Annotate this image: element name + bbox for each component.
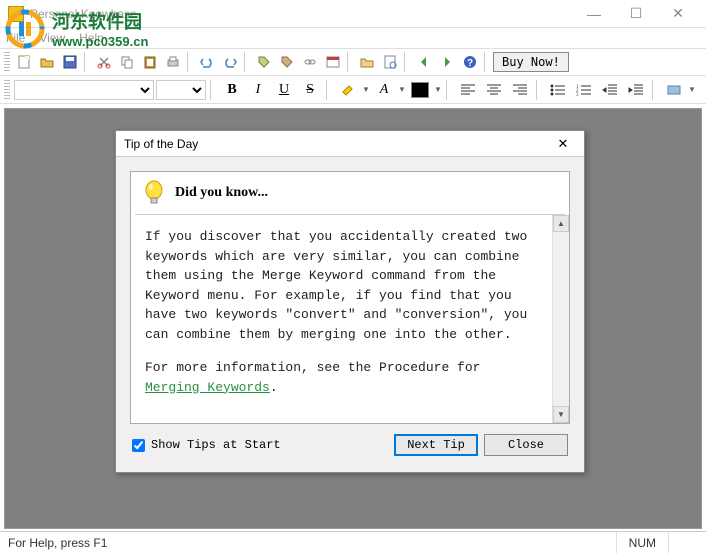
- strikethrough-button[interactable]: S: [298, 79, 322, 101]
- toolbar-grip[interactable]: [4, 80, 10, 100]
- scroll-down-icon[interactable]: ▼: [553, 406, 569, 423]
- status-help-text: For Help, press F1: [8, 536, 107, 550]
- show-tips-checkbox[interactable]: Show Tips at Start: [132, 438, 281, 452]
- tag2-button[interactable]: [276, 51, 298, 73]
- cut-button[interactable]: [93, 51, 115, 73]
- tip-more-info: For more information, see the Procedure …: [145, 358, 538, 397]
- fill-color-dropdown-icon[interactable]: ▼: [434, 85, 442, 94]
- status-num: NUM: [616, 532, 668, 553]
- bold-button[interactable]: B: [220, 79, 244, 101]
- redo-button[interactable]: [219, 51, 241, 73]
- font-size-select[interactable]: [156, 80, 206, 100]
- link-button[interactable]: [299, 51, 321, 73]
- tip-content: If you discover that you accidentally cr…: [131, 215, 552, 423]
- outdent-button[interactable]: [598, 79, 622, 101]
- back-button[interactable]: [413, 51, 435, 73]
- fill-color-button[interactable]: [408, 79, 432, 101]
- help-button[interactable]: ?: [459, 51, 481, 73]
- align-center-button[interactable]: [482, 79, 506, 101]
- copy-button[interactable]: [116, 51, 138, 73]
- maximize-button[interactable]: ☐: [616, 2, 656, 26]
- svg-text:?: ?: [467, 58, 473, 69]
- forward-button[interactable]: [436, 51, 458, 73]
- font-color-button[interactable]: A: [372, 79, 396, 101]
- open-button[interactable]: [36, 51, 58, 73]
- tip-of-day-dialog: Tip of the Day ✕ Did you know... If you …: [115, 130, 585, 473]
- dialog-title: Tip of the Day: [124, 137, 550, 151]
- number-list-button[interactable]: 123: [572, 79, 596, 101]
- show-tips-label: Show Tips at Start: [151, 438, 281, 452]
- paste-button[interactable]: [139, 51, 161, 73]
- highlight-button[interactable]: [336, 79, 360, 101]
- svg-text:3: 3: [576, 93, 579, 97]
- indent-button[interactable]: [624, 79, 648, 101]
- scroll-up-icon[interactable]: ▲: [553, 215, 569, 232]
- tip-body-text: If you discover that you accidentally cr…: [145, 227, 538, 344]
- new-button[interactable]: [13, 51, 35, 73]
- menu-help[interactable]: Help: [79, 31, 104, 45]
- highlight-dropdown-icon[interactable]: ▼: [362, 85, 370, 94]
- format-toolbar: B I U S ▼ A ▼ ▼ 123 ▼: [0, 76, 706, 104]
- window-title: Personal Knowbase: [30, 7, 574, 21]
- properties-button[interactable]: [379, 51, 401, 73]
- dialog-titlebar[interactable]: Tip of the Day ✕: [116, 131, 584, 157]
- dialog-close-button[interactable]: ✕: [550, 134, 576, 154]
- align-left-button[interactable]: [456, 79, 480, 101]
- folder-button[interactable]: [356, 51, 378, 73]
- insert-button[interactable]: [662, 79, 686, 101]
- main-toolbar: ? Buy Now!: [0, 48, 706, 76]
- close-button[interactable]: Close: [484, 434, 568, 456]
- undo-button[interactable]: [196, 51, 218, 73]
- underline-button[interactable]: U: [272, 79, 296, 101]
- tip-heading: Did you know...: [175, 185, 268, 201]
- save-button[interactable]: [59, 51, 81, 73]
- window-close-button[interactable]: ✕: [658, 2, 698, 26]
- app-icon: [8, 6, 24, 22]
- tip-scrollbar[interactable]: ▲ ▼: [552, 215, 569, 423]
- next-tip-button[interactable]: Next Tip: [394, 434, 478, 456]
- status-bar: For Help, press F1 NUM: [0, 531, 706, 553]
- merging-keywords-link[interactable]: Merging Keywords: [145, 380, 270, 395]
- print-button[interactable]: [162, 51, 184, 73]
- toolbar-grip[interactable]: [4, 52, 10, 72]
- status-empty: [668, 532, 698, 553]
- buy-now-button[interactable]: Buy Now!: [493, 52, 569, 72]
- calendar-button[interactable]: [322, 51, 344, 73]
- font-family-select[interactable]: [14, 80, 154, 100]
- align-right-button[interactable]: [508, 79, 532, 101]
- menu-view[interactable]: View: [39, 31, 65, 45]
- insert-dropdown-icon[interactable]: ▼: [688, 85, 696, 94]
- font-color-dropdown-icon[interactable]: ▼: [398, 85, 406, 94]
- bullet-list-button[interactable]: [546, 79, 570, 101]
- italic-button[interactable]: I: [246, 79, 270, 101]
- minimize-button[interactable]: —: [574, 2, 614, 26]
- title-bar: Personal Knowbase — ☐ ✕: [0, 0, 706, 28]
- menu-bar: File View Help: [0, 28, 706, 48]
- lightbulb-icon: [143, 180, 165, 206]
- show-tips-checkbox-input[interactable]: [132, 439, 145, 452]
- menu-file[interactable]: File: [6, 31, 25, 45]
- tag-button[interactable]: [253, 51, 275, 73]
